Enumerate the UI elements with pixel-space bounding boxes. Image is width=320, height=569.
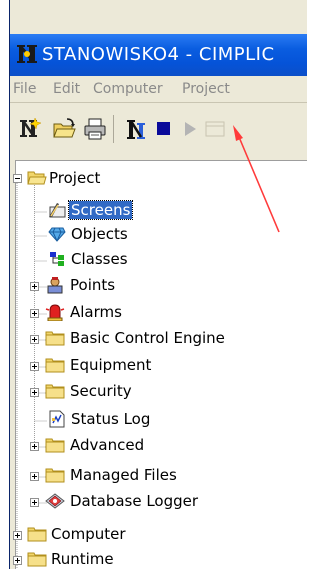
screenshot-frame: STANOWISKO4 - CIMPLIC File Edit Computer… xyxy=(0,0,307,569)
annotation-arrow xyxy=(233,125,280,233)
